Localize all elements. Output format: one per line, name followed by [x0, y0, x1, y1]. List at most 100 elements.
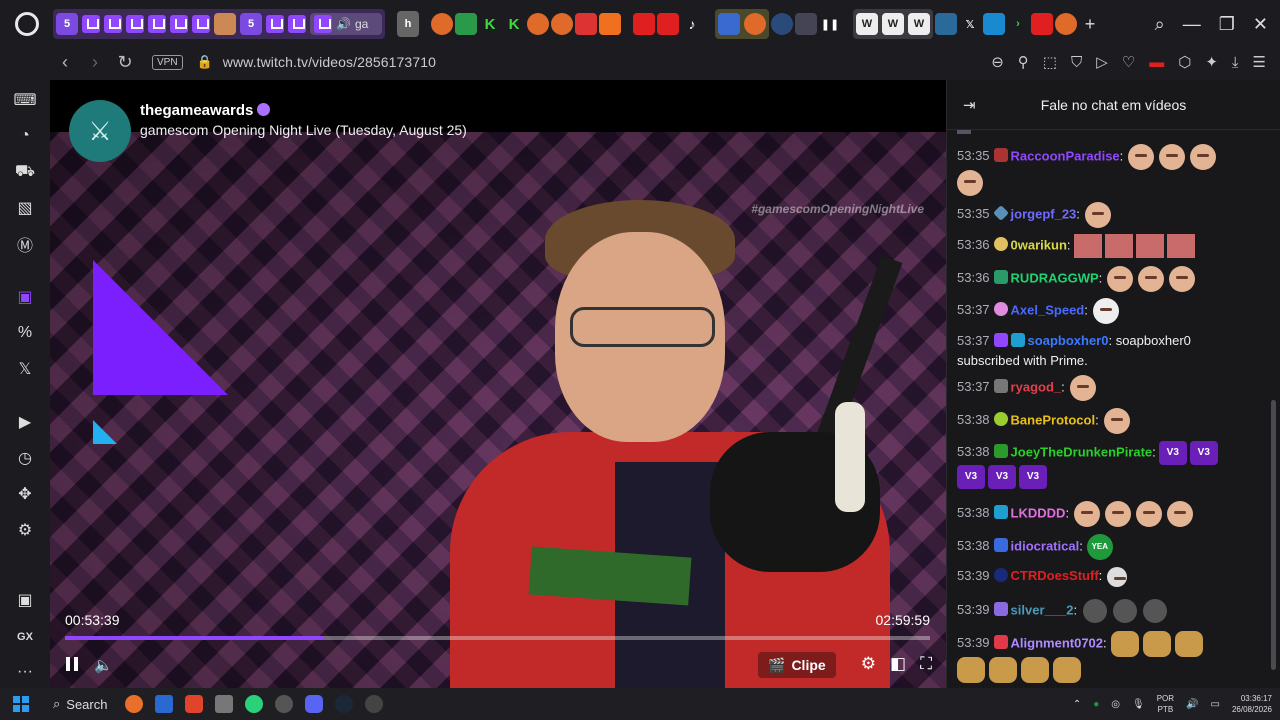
restore-button[interactable]: ❐ — [1219, 14, 1235, 35]
tray-mic-icon[interactable]: 🎙 — [1132, 699, 1145, 710]
channel-name-row[interactable]: thegameawards — [140, 102, 271, 119]
badge-icon[interactable] — [993, 538, 1008, 553]
channel-avatar[interactable]: ⚔ — [69, 100, 131, 162]
badge-icon[interactable] — [993, 568, 1008, 582]
chat-username[interactable]: RUDRAGGWP — [1011, 270, 1099, 285]
taskbar-search[interactable]: ⌕ Search — [43, 692, 117, 716]
twitch-icon[interactable]: ▣ — [13, 285, 37, 309]
emote-icon[interactable] — [1166, 234, 1195, 258]
avatar-tab-icon[interactable] — [214, 13, 236, 35]
pause-tab-icon[interactable]: ❚❚ — [819, 13, 841, 35]
translate-tab-icon[interactable] — [718, 13, 740, 35]
tab-group-twitch[interactable]: 5 5 🔊 ga — [53, 9, 385, 39]
chat-username[interactable]: RaccoonParadise — [1011, 148, 1120, 163]
chat-username[interactable]: jorgepf_23 — [1011, 206, 1077, 221]
kick-tab-icon[interactable]: K — [479, 13, 501, 35]
emote-icon[interactable] — [1159, 144, 1186, 170]
twitch-tab-icon[interactable] — [266, 15, 284, 33]
tray-chevron-icon[interactable]: ⌃ — [1073, 699, 1081, 710]
tab-icon-5[interactable]: 5 — [56, 13, 78, 35]
emote-icon[interactable] — [1083, 599, 1108, 623]
wikipedia-tab-icon[interactable]: W — [856, 13, 878, 35]
emote-icon[interactable] — [1167, 501, 1194, 527]
app-icon[interactable] — [215, 695, 234, 713]
tab-search-icon[interactable]: ⌕ — [1155, 14, 1165, 35]
emote-icon[interactable] — [1142, 631, 1171, 657]
vpn-badge[interactable]: VPN — [152, 54, 183, 70]
orange-tab-icon[interactable] — [599, 13, 621, 35]
emote-icon[interactable] — [1053, 657, 1081, 683]
prime-badge-icon[interactable] — [993, 333, 1008, 347]
emote-icon[interactable] — [957, 170, 983, 196]
emote-icon[interactable] — [1128, 144, 1155, 170]
video-player[interactable]: #gamescomOpeningNightLive ⚔ thegameaward… — [50, 80, 946, 688]
wikipedia-tab-icon[interactable]: W — [908, 13, 930, 35]
tiktok-tab-icon[interactable]: ♪ — [681, 13, 703, 35]
emote-icon[interactable]: V3 — [1158, 441, 1187, 465]
zoom-icon[interactable]: ⊖ — [991, 53, 1004, 71]
youtube-tab-icon[interactable] — [657, 13, 679, 35]
emote-icon[interactable] — [1084, 202, 1111, 228]
twitch-tab-icon[interactable] — [288, 15, 306, 33]
chat-username[interactable]: idiocratical — [1011, 538, 1080, 553]
twitch-tab-icon[interactable] — [126, 15, 144, 33]
chat-username[interactable]: silver___2 — [1011, 602, 1074, 617]
emote-icon[interactable] — [1103, 408, 1130, 434]
emote-icon[interactable] — [1092, 298, 1119, 324]
emote-icon[interactable]: V3 — [988, 465, 1016, 489]
channel-name[interactable]: thegameawards — [140, 102, 253, 119]
emote-icon[interactable] — [989, 657, 1017, 683]
extension-icon[interactable]: ✦ — [1205, 53, 1218, 71]
emote-icon[interactable]: V3 — [1189, 441, 1218, 465]
settings-gear-icon[interactable]: ⚙ — [861, 654, 876, 674]
emote-icon[interactable] — [957, 657, 985, 683]
youtube-tab-icon[interactable] — [633, 13, 655, 35]
chat-username[interactable]: LKDDDD — [1011, 505, 1066, 520]
collapse-chat-icon[interactable]: ⇥ — [963, 96, 976, 114]
seek-bar[interactable] — [65, 636, 930, 640]
heart-icon[interactable]: ♡ — [1122, 53, 1135, 71]
tray-app-icon[interactable]: ● — [1093, 699, 1099, 710]
gamepad-icon[interactable]: ⌨ — [13, 88, 37, 112]
extensions-sidebar-icon[interactable]: ✥ — [13, 482, 37, 506]
emote-icon[interactable] — [1074, 501, 1101, 527]
back-button[interactable]: ‹ — [50, 52, 80, 73]
x-icon[interactable]: 𝕏 — [13, 357, 37, 381]
discord-icon[interactable] — [305, 695, 324, 713]
monitor-icon[interactable] — [155, 695, 174, 713]
volume-tray-icon[interactable]: 🔊 — [1186, 699, 1198, 710]
brave-icon[interactable] — [185, 695, 204, 713]
new-tab-button[interactable]: + — [1079, 13, 1101, 35]
badge-icon[interactable] — [993, 237, 1008, 252]
pin-icon[interactable]: ⚲ — [1018, 53, 1029, 71]
taskbar-clock[interactable]: 03:36:17 26/08/2026 — [1232, 693, 1272, 715]
brave-tab-icon[interactable] — [551, 13, 573, 35]
control-icon[interactable]: ▧ — [13, 196, 37, 220]
emote-icon[interactable] — [1021, 657, 1049, 683]
emote-icon[interactable] — [1136, 501, 1163, 527]
badge-icon[interactable] — [993, 148, 1008, 163]
clip-button[interactable]: 🎬 Clipe — [758, 652, 836, 678]
chat-username[interactable]: 0warikun — [1011, 237, 1067, 252]
tab-icon-5[interactable]: 5 — [240, 13, 262, 35]
play-icon[interactable]: ▷ — [1096, 53, 1108, 71]
twitch-tab-icon[interactable] — [82, 15, 100, 33]
emote-icon[interactable] — [1190, 144, 1217, 170]
emote-icon[interactable]: V3 — [1019, 465, 1047, 489]
volume-icon[interactable]: 🔈 — [94, 656, 113, 674]
red-tab-icon[interactable] — [575, 13, 597, 35]
tab-group-wiki[interactable]: W W W — [853, 9, 933, 39]
badge-icon[interactable] — [993, 412, 1008, 427]
grid-tab-icon[interactable] — [983, 13, 1005, 35]
chat-username[interactable]: JoeyTheDrunkenPirate — [1011, 444, 1153, 459]
emote-icon[interactable] — [1113, 599, 1138, 623]
windows-start-icon[interactable] — [13, 696, 29, 712]
speaker-icon[interactable]: 🔊 — [336, 17, 351, 31]
badge-icon[interactable] — [993, 379, 1008, 394]
brave-tab-icon[interactable] — [744, 13, 766, 35]
twitch-tab-icon[interactable] — [170, 15, 188, 33]
player-icon[interactable]: ▶ — [13, 410, 37, 434]
sub-badge-icon[interactable] — [1010, 333, 1025, 347]
emote-icon[interactable] — [1138, 266, 1165, 292]
badge-icon[interactable] — [993, 270, 1008, 285]
